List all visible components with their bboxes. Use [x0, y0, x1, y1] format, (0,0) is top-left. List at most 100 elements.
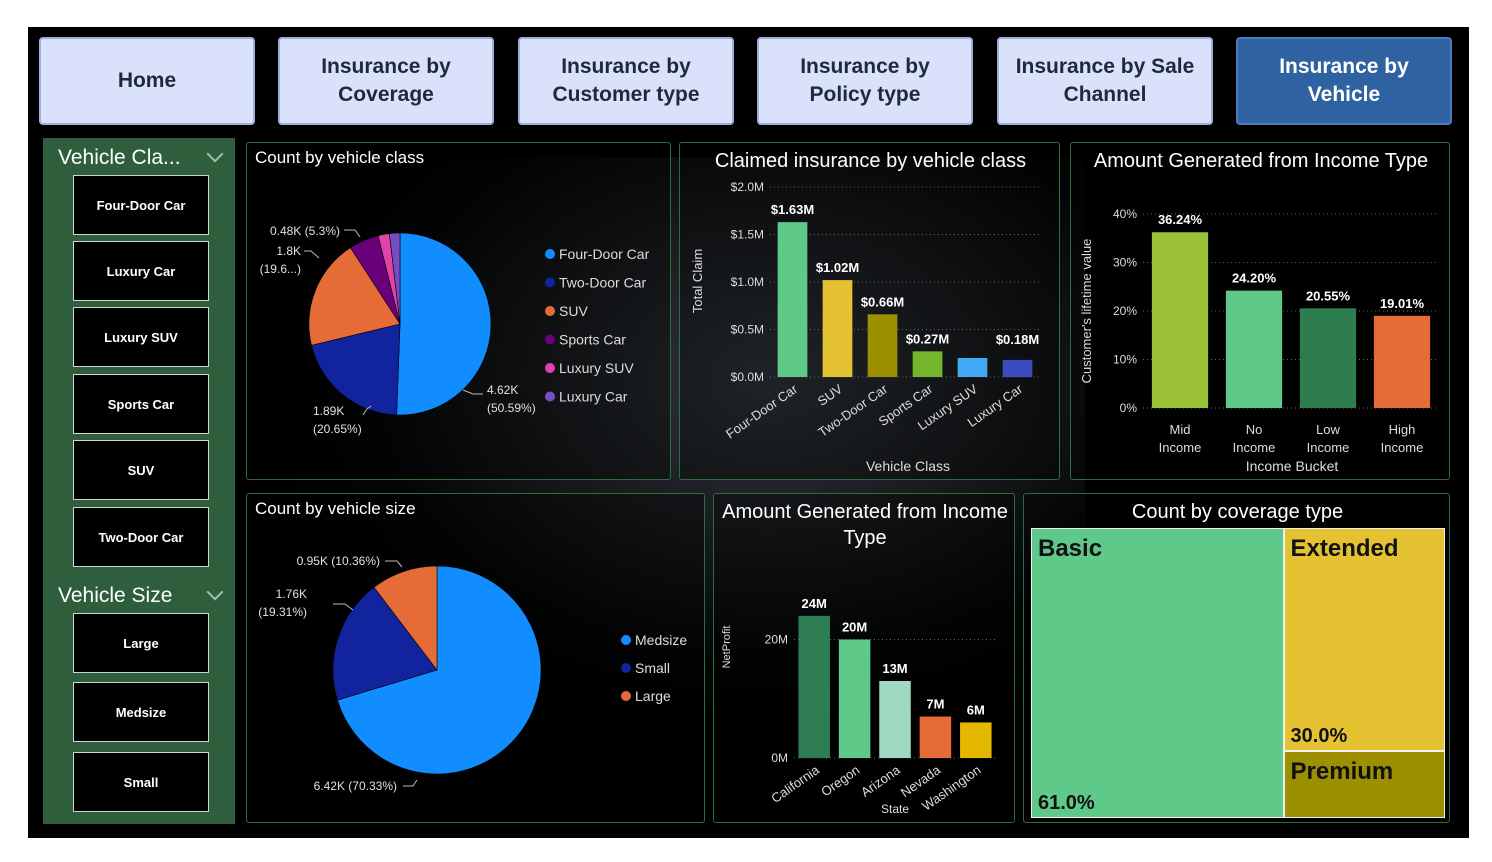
leader-line — [304, 250, 320, 259]
y-tick-label: $0.5M — [731, 323, 764, 337]
slicer-item-sports-car[interactable]: Sports Car — [73, 374, 209, 434]
nav-policy-type-button[interactable]: Insurance by Policy type — [757, 37, 973, 125]
data-label: (20.65%) — [313, 422, 362, 436]
leader-line — [344, 229, 361, 238]
treemap-value: 61.0% — [1038, 792, 1095, 814]
slicer-item-medsize[interactable]: Medsize — [73, 682, 209, 742]
data-label: 6M — [967, 702, 985, 717]
bar — [1299, 308, 1357, 408]
slicer-panel: Vehicle Cla... Four-Door Car Luxury Car … — [43, 138, 235, 824]
income-type-bottom-card: Amount Generated from Income Type 0M 20M 2… — [713, 493, 1015, 823]
legend-marker — [545, 306, 555, 316]
bar — [912, 351, 943, 377]
slicer-item-suv[interactable]: SUV — [73, 440, 209, 500]
coverage-card: Count by coverage type Basic 61.0% Extende… — [1023, 493, 1450, 823]
data-label: $0.66M — [861, 294, 904, 309]
income-type-top-card: Amount Generated from Income Type 0% 10% 2… — [1070, 142, 1450, 480]
chevron-down-icon[interactable] — [206, 145, 224, 163]
state-bar-chart: 0M 20M 24M California 20M Oregon 13M Arizona 7M N… — [721, 596, 996, 816]
legend-item: Luxury Car — [559, 389, 628, 405]
x-axis-title: State — [881, 802, 909, 816]
legend-item: SUV — [559, 303, 588, 319]
bar — [919, 716, 952, 758]
bar — [798, 615, 830, 758]
y-axis-title: NetProfit — [721, 626, 733, 669]
legend-item: Four-Door Car — [559, 246, 650, 262]
legend-item: Small — [635, 660, 670, 676]
x-tick-label: Oregon — [818, 762, 862, 799]
chevron-down-icon[interactable] — [206, 583, 224, 601]
bar — [879, 681, 911, 758]
data-label: 24M — [802, 596, 827, 611]
slicer-item-luxury-car[interactable]: Luxury Car — [73, 241, 209, 301]
data-label: $1.63M — [771, 202, 814, 217]
data-label: 6.42K (70.33%) — [314, 779, 397, 793]
y-axis-title: Customer's lifetime value — [1079, 239, 1094, 384]
nav-vehicle-button[interactable]: Insurance by Vehicle — [1236, 37, 1452, 125]
data-label: 36.24% — [1158, 212, 1203, 227]
y-tick-label: $1.5M — [731, 228, 764, 242]
bar — [1373, 315, 1431, 408]
pie-slice — [396, 232, 492, 416]
data-label: (50.59%) — [487, 401, 536, 415]
treemap-cell[interactable]: Extended 30.0% — [1283, 528, 1445, 752]
y-tick-label: $0.0M — [731, 370, 764, 384]
legend-item: Luxury SUV — [559, 360, 634, 376]
legend-marker — [545, 249, 555, 259]
y-tick-label: 20M — [765, 633, 788, 647]
x-tick-label: Arizona — [858, 762, 903, 800]
leader-line — [385, 560, 403, 568]
legend-item: Large — [635, 688, 671, 704]
slicer-item-four-door-car[interactable]: Four-Door Car — [73, 175, 209, 235]
vehicle-size-slicer-title: Vehicle Size — [58, 584, 173, 607]
claimed-insurance-card: Claimed insurance by vehicle class $0.0M… — [679, 142, 1060, 480]
bar — [867, 314, 898, 377]
x-axis-title: Income Bucket — [1246, 458, 1339, 474]
data-label: (19.31%) — [258, 605, 307, 619]
legend-marker — [621, 635, 631, 645]
legend-marker — [545, 334, 555, 345]
count-size-pie-chart: 6.42K (70.33%) 1.76K (19.31%) 0.95K (10.36%… — [258, 554, 687, 793]
legend-marker — [621, 691, 631, 701]
treemap-cell[interactable]: Basic 61.0% — [1031, 528, 1284, 818]
x-tick-label: Income — [1233, 440, 1276, 455]
leader-line — [403, 779, 418, 787]
legend-item: Two-Door Car — [559, 275, 646, 291]
x-tick-label: Mid — [1170, 422, 1191, 437]
legend-marker — [545, 391, 555, 402]
slicer-item-small[interactable]: Small — [73, 752, 209, 812]
data-label: $0.27M — [906, 331, 949, 346]
x-tick-label: Low — [1316, 422, 1340, 437]
slicer-item-two-door-car[interactable]: Two-Door Car — [73, 507, 209, 567]
data-label: 0.95K (10.36%) — [297, 554, 380, 568]
data-label: 1.8K — [276, 244, 301, 258]
data-label: 7M — [926, 697, 944, 712]
y-tick-label: 30% — [1113, 256, 1137, 270]
treemap-value: 30.0% — [1290, 725, 1348, 748]
legend-marker — [621, 663, 631, 673]
y-tick-label: $2.0M — [731, 180, 764, 194]
legend-marker — [545, 363, 555, 373]
x-tick-label: Income — [1307, 440, 1350, 455]
coverage-treemap: Basic 61.0% Extended 30.0% Premium — [1031, 528, 1445, 818]
slicer-item-large[interactable]: Large — [73, 613, 209, 673]
data-label: 1.76K — [276, 587, 307, 601]
slicer-item-luxury-suv[interactable]: Luxury SUV — [73, 307, 209, 367]
data-label: 4.62K — [487, 383, 518, 397]
bar — [1225, 290, 1283, 408]
bar — [777, 222, 808, 377]
y-tick-label: 10% — [1113, 353, 1137, 367]
x-tick-label: Income — [1159, 440, 1202, 455]
nav-sale-channel-button[interactable]: Insurance by Sale Channel — [997, 37, 1213, 125]
vehicle-class-slicer-title: Vehicle Cla... — [58, 146, 181, 169]
y-tick-label: 40% — [1113, 207, 1137, 221]
data-label: 19.01% — [1380, 296, 1425, 311]
nav-coverage-button[interactable]: Insurance by Coverage — [278, 37, 494, 125]
claimed-bar-chart: $0.0M $0.5M $1.0M $1.5M $2.0M $1.63M Four-Door… — [690, 180, 1040, 474]
treemap-label: Extended — [1290, 535, 1399, 562]
nav-home-button[interactable]: Home — [39, 37, 255, 125]
treemap-cell[interactable]: Premium — [1283, 751, 1445, 818]
x-tick-label: SUV — [815, 381, 846, 409]
nav-customer-type-button[interactable]: Insurance by Customer type — [518, 37, 734, 125]
count-by-vehicle-class-card: Count by vehicle class 4.62K (50.59%) 1.89… — [246, 142, 671, 480]
